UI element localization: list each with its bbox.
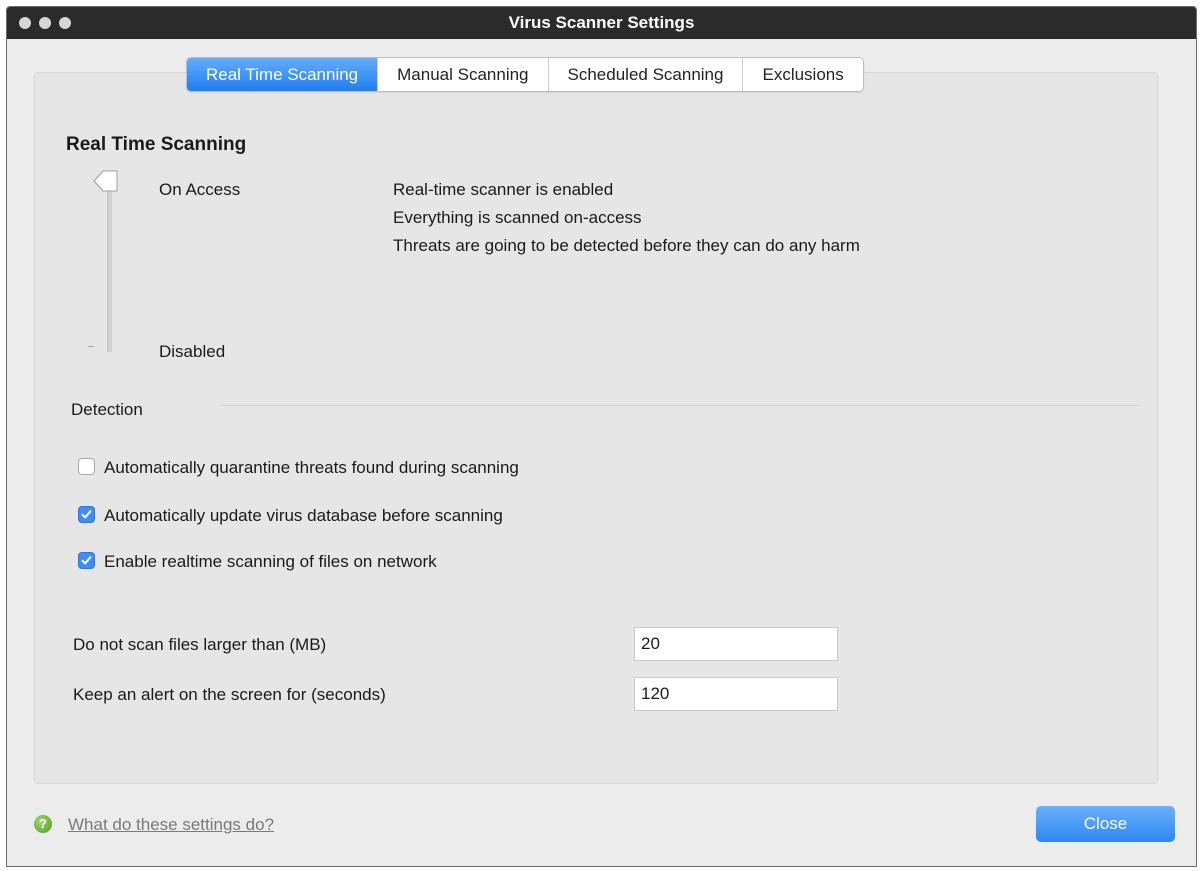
- level-description-line: Real-time scanner is enabled: [393, 180, 614, 199]
- tab-real-time-scanning[interactable]: Real Time Scanning: [187, 58, 379, 91]
- update-database-checkbox-label[interactable]: Automatically update virus database befo…: [104, 506, 503, 526]
- max-file-size-label: Do not scan files larger than (MB): [73, 635, 327, 654]
- tab-exclusions[interactable]: Exclusions: [743, 58, 862, 91]
- alert-duration-input[interactable]: 120: [634, 677, 838, 711]
- section-title-real-time-scanning: Real Time Scanning: [66, 134, 247, 155]
- window-title: Virus Scanner Settings: [508, 13, 695, 32]
- tab-manual-scanning[interactable]: Manual Scanning: [378, 58, 549, 91]
- slider-tick-disabled: [88, 346, 94, 347]
- title-bar[interactable]: Virus Scanner Settings: [7, 7, 1196, 39]
- help-link[interactable]: What do these settings do?: [68, 815, 274, 835]
- max-file-size-input[interactable]: 20: [634, 627, 838, 661]
- slider-level-disabled[interactable]: Disabled: [159, 342, 225, 362]
- checkmark-icon: [81, 556, 92, 565]
- quarantine-checkbox-label[interactable]: Automatically quarantine threats found d…: [104, 458, 519, 478]
- update-database-checkbox[interactable]: [78, 506, 95, 523]
- help-icon[interactable]: ?: [34, 815, 52, 833]
- tab-scheduled-scanning[interactable]: Scheduled Scanning: [549, 58, 744, 91]
- detection-section-label: Detection: [71, 400, 143, 419]
- tab-bar: Real Time Scanning Manual Scanning Sched…: [186, 57, 864, 92]
- tab-content-panel: [34, 72, 1158, 784]
- protection-level-slider-thumb[interactable]: [91, 167, 119, 195]
- close-button[interactable]: Close: [1036, 806, 1175, 842]
- quarantine-checkbox[interactable]: [78, 458, 95, 475]
- network-scanning-checkbox[interactable]: [78, 552, 95, 569]
- level-description-line: Threats are going to be detected before …: [393, 236, 860, 255]
- checkmark-icon: [81, 510, 92, 519]
- network-scanning-checkbox-label[interactable]: Enable realtime scanning of files on net…: [104, 552, 437, 572]
- alert-duration-label: Keep an alert on the screen for (seconds…: [73, 685, 386, 704]
- level-description-line: Everything is scanned on-access: [393, 208, 642, 227]
- protection-level-slider-track[interactable]: [107, 188, 112, 352]
- slider-level-on-access[interactable]: On Access: [159, 180, 240, 200]
- detection-separator: [221, 405, 1140, 406]
